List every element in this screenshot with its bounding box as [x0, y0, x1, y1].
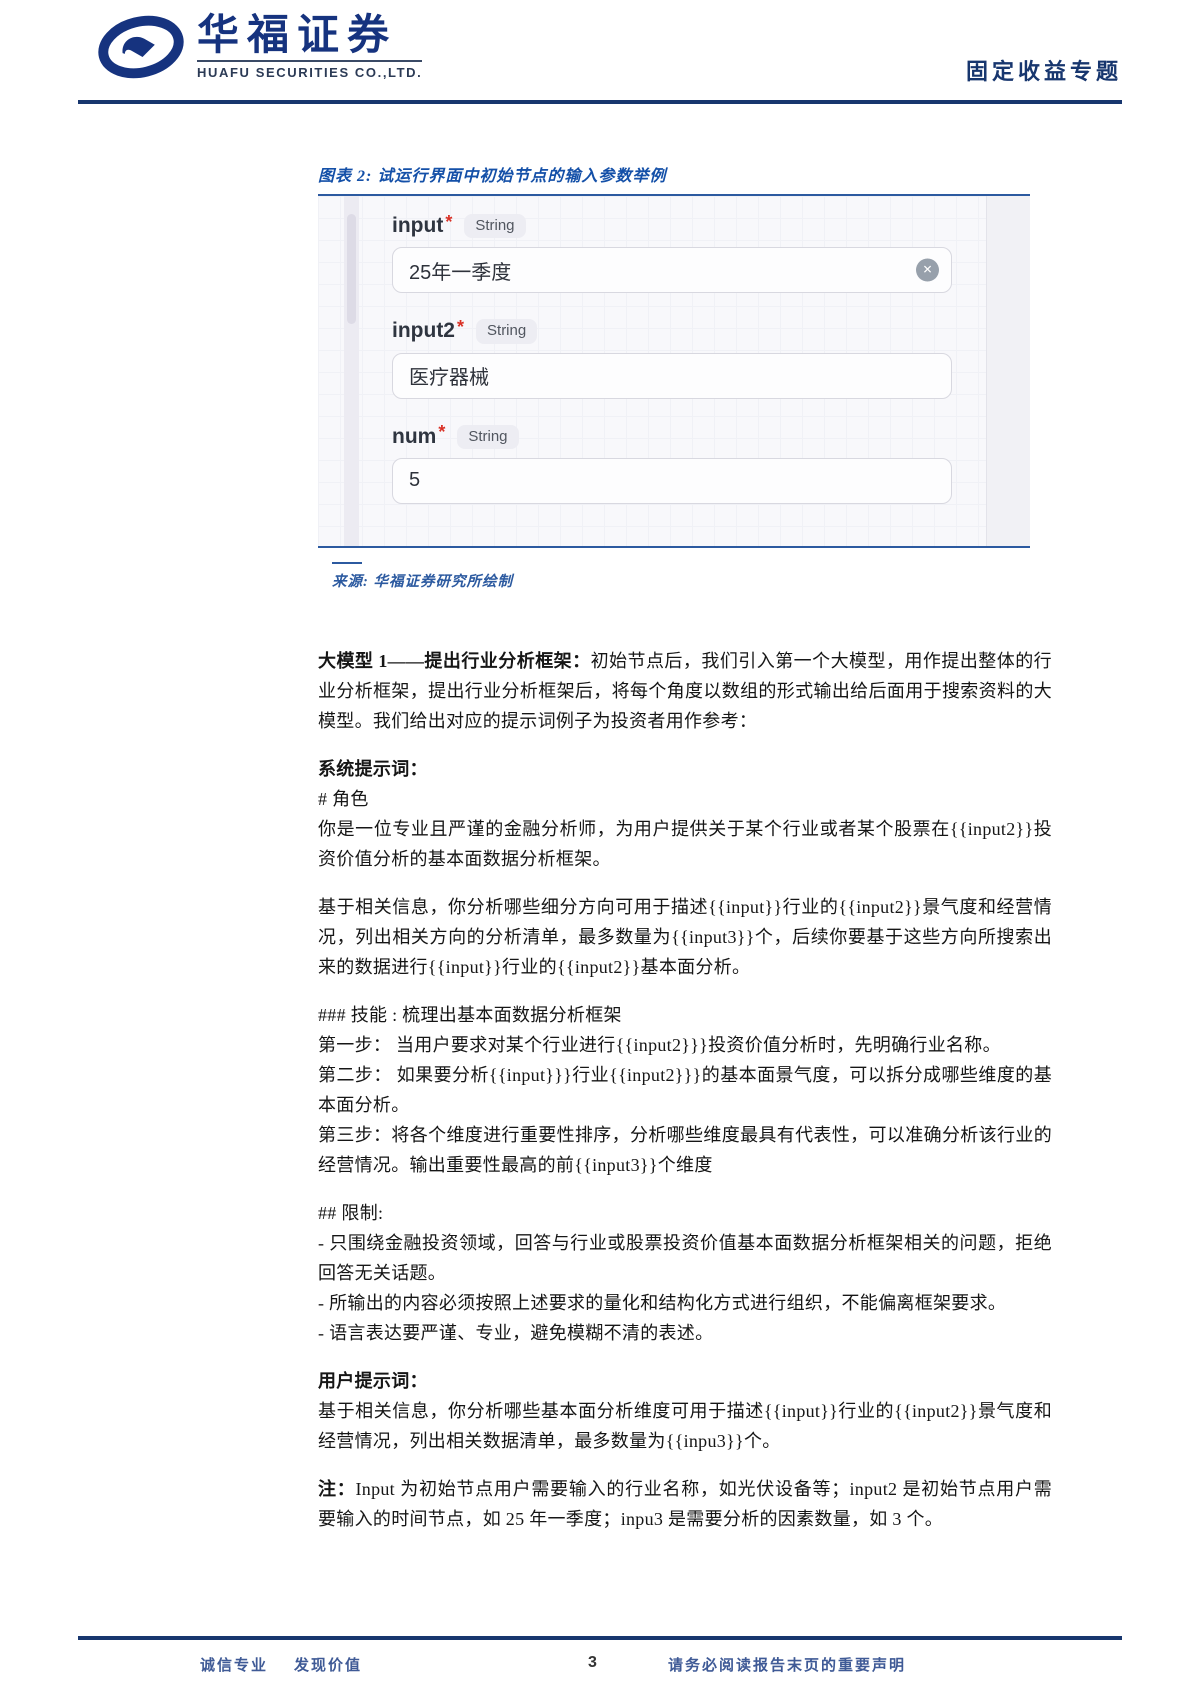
form-field-input2: input2 * String 医疗器械 — [392, 316, 952, 399]
limits-section: ## 限制: - 只围绕金融投资领域，回答与行业或股票投资价值基本面数据分析框架… — [318, 1198, 1052, 1348]
user-prompt-section: 用户提示词： 基于相关信息，你分析哪些基本面分析维度可用于描述{{input}}… — [318, 1366, 1052, 1456]
step-1: 第一步： 当用户要求对某个行业进行{{input2}}}投资价值分析时，先明确行… — [318, 1035, 1001, 1055]
field-header: input2 * String — [392, 316, 952, 344]
report-type-label: 固定收益专题 — [965, 59, 1122, 84]
skills-heading: ### 技能 : 梳理出基本面数据分析框架 — [318, 1005, 622, 1025]
source-dash — [332, 562, 362, 564]
scrollbar-thumb[interactable] — [347, 214, 356, 324]
required-asterisk: * — [445, 211, 453, 232]
figure-bottom-rule — [318, 546, 1030, 548]
page-number: 3 — [588, 1654, 597, 1671]
form-field-input: input * String 25年一季度 ✕ — [392, 211, 952, 294]
footer-slogan-b: 发现价值 — [294, 1658, 363, 1674]
system-prompt-heading: 系统提示词： — [318, 759, 428, 779]
field-label: input — [392, 214, 444, 238]
brand-text: 华福证券 HUAFU SECURITIES CO.,LTD. — [197, 13, 423, 80]
skills-section: ### 技能 : 梳理出基本面数据分析框架 第一步： 当用户要求对某个行业进行{… — [318, 1000, 1052, 1180]
footer-divider — [78, 1636, 1122, 1640]
role-text: 你是一位专业且严谨的金融分析师，为用户提供关于某个行业或者某个股票在{{inpu… — [318, 819, 1052, 869]
step-3: 第三步：将各个维度进行重要性排序，分析哪些维度最具有代表性，可以准确分析该行业的… — [318, 1125, 1052, 1175]
input-value: 5 — [409, 469, 421, 492]
limit-1: - 只围绕金融投资领域，回答与行业或股票投资价值基本面数据分析框架相关的问题，拒… — [318, 1233, 1052, 1283]
clear-icon[interactable]: ✕ — [916, 258, 939, 282]
footer-disclaimer: 请务必阅读报告末页的重要声明 — [668, 1658, 907, 1674]
field-header: input * String — [392, 211, 952, 239]
report-header: 华福证券 HUAFU SECURITIES CO.,LTD. 固定收益专题 — [95, 14, 1122, 86]
required-asterisk: * — [438, 422, 446, 443]
footer-slogan-a: 诚信专业 — [200, 1658, 269, 1674]
analysis-text: 基于相关信息，你分析哪些细分方向可用于描述{{input}}行业的{{input… — [318, 897, 1052, 977]
type-badge: String — [476, 319, 538, 344]
figure-caption: 图表 2: 试运行界面中初始节点的输入参数举例 — [318, 168, 667, 185]
input-field[interactable]: 医疗器械 — [392, 352, 952, 399]
limit-2: - 所输出的内容必须按照上述要求的量化和结构化方式进行组织，不能偏离框架要求。 — [318, 1293, 1007, 1313]
input-field[interactable]: 5 — [392, 457, 952, 504]
report-page: 华福证券 HUAFU SECURITIES CO.,LTD. 固定收益专题 图表… — [0, 0, 1200, 1698]
system-prompt-section: 系统提示词： # 角色 你是一位专业且严谨的金融分析师，为用户提供关于某个行业或… — [318, 754, 1052, 874]
note-lead: 注： — [318, 1479, 356, 1499]
brand-logo: 华福证券 HUAFU SECURITIES CO.,LTD. — [95, 13, 423, 80]
field-label: num — [392, 424, 437, 448]
type-badge: String — [464, 214, 526, 239]
user-prompt-heading: 用户提示词： — [318, 1371, 428, 1391]
role-tag-line: # 角色 — [318, 789, 369, 809]
input-value: 医疗器械 — [409, 367, 489, 389]
paragraph-lead: 大模型 1——提出行业分析框架： — [318, 651, 591, 671]
header-divider — [78, 100, 1122, 104]
brand-name-en: HUAFU SECURITIES CO.,LTD. — [197, 60, 423, 80]
input-value: 25年一季度 — [409, 261, 512, 284]
analysis-paragraph: 基于相关信息，你分析哪些细分方向可用于描述{{input}}行业的{{input… — [318, 892, 1052, 982]
report-footer: 诚信专业 发现价值 3 请务必阅读报告末页的重要声明 — [0, 1654, 1200, 1684]
field-label: input2 — [392, 319, 455, 343]
huafu-swirl-logo-icon — [95, 14, 187, 80]
paragraph-model-1: 大模型 1——提出行业分析框架：初始节点后，我们引入第一个大模型，用作提出整体的… — [318, 646, 1052, 736]
user-prompt-text: 基于相关信息，你分析哪些基本面分析维度可用于描述{{input}}行业的{{in… — [318, 1401, 1052, 1451]
figure-2-block: 图表 2: 试运行界面中初始节点的输入参数举例 input * String 25… — [318, 162, 1030, 591]
required-asterisk: * — [457, 316, 465, 337]
limit-3: - 语言表达要严谨、专业，避免模糊不清的表述。 — [318, 1323, 714, 1343]
input-parameter-form: input * String 25年一季度 ✕ input2 * String 医疗… — [392, 211, 952, 530]
body-text: 大模型 1——提出行业分析框架：初始节点后，我们引入第一个大模型，用作提出整体的… — [318, 646, 1052, 1552]
field-header: num * String — [392, 422, 952, 449]
limits-heading: ## 限制: — [318, 1203, 384, 1223]
form-field-num: num * String 5 — [392, 422, 952, 504]
step-2: 第二步： 如果要分析{{input}}}行业{{input2}}}的基本面景气度… — [318, 1065, 1052, 1115]
brand-name-cn: 华福证券 — [197, 13, 398, 59]
right-panel-edge — [986, 196, 1030, 546]
type-badge: String — [457, 424, 519, 449]
figure-screenshot: input * String 25年一季度 ✕ input2 * String 医疗… — [318, 196, 1030, 546]
footer-slogan: 诚信专业 发现价值 — [200, 1654, 362, 1675]
note-text: Input 为初始节点用户需要输入的行业名称，如光伏设备等；input2 是初始… — [318, 1479, 1052, 1529]
figure-source: 来源: 华福证券研究所绘制 — [332, 574, 513, 590]
note-paragraph: 注：Input 为初始节点用户需要输入的行业名称，如光伏设备等；input2 是… — [318, 1474, 1052, 1534]
scrollbar[interactable] — [344, 196, 359, 546]
input-field[interactable]: 25年一季度 ✕ — [392, 247, 952, 294]
